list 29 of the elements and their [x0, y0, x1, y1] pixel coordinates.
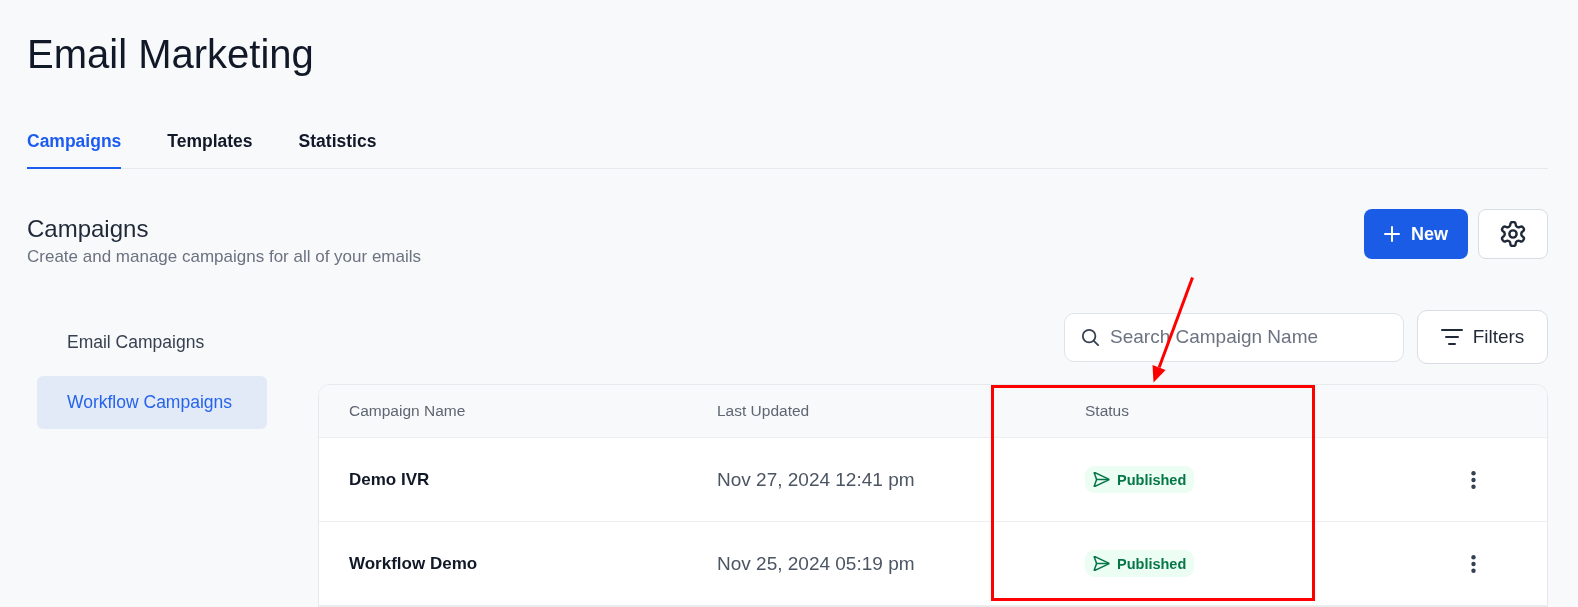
more-options-icon[interactable]: [1470, 470, 1476, 489]
column-header: Status: [1085, 402, 1129, 420]
sidebar-item[interactable]: Email Campaigns: [37, 316, 267, 369]
column-header: Last Updated: [717, 402, 810, 420]
settings-button[interactable]: [1478, 209, 1548, 259]
search-field[interactable]: Search Campaign Name: [1064, 312, 1404, 362]
column-header: Campaign Name: [349, 402, 466, 420]
tab[interactable]: Campaigns: [27, 127, 122, 169]
search-icon: [1081, 327, 1099, 346]
status-badge: Published: [1085, 550, 1195, 577]
filters-button[interactable]: Filters: [1417, 310, 1548, 364]
filter-icon: [1440, 329, 1463, 345]
tab[interactable]: Statistics: [298, 127, 377, 169]
section-subtitle: Create and manage campaigns for all of your emails: [27, 246, 422, 268]
more-options-icon[interactable]: [1470, 554, 1476, 573]
plus-icon: [1384, 226, 1400, 242]
campaign-name: Workflow Demo: [349, 553, 478, 574]
section-title: Campaigns: [27, 215, 150, 243]
send-icon: [1093, 556, 1110, 571]
page-title: Email Marketing: [27, 31, 315, 78]
send-icon: [1093, 472, 1110, 487]
tab[interactable]: Templates: [167, 127, 253, 169]
status-badge: Published: [1085, 466, 1195, 493]
last-updated: Nov 25, 2024 05:19 pm: [717, 552, 915, 575]
last-updated: Nov 27, 2024 12:41 pm: [717, 468, 915, 491]
sidebar-item[interactable]: Workflow Campaigns: [37, 376, 267, 429]
campaign-name: Demo IVR: [349, 469, 430, 490]
settings-icon: [1500, 221, 1526, 247]
new-button[interactable]: New: [1364, 209, 1468, 259]
